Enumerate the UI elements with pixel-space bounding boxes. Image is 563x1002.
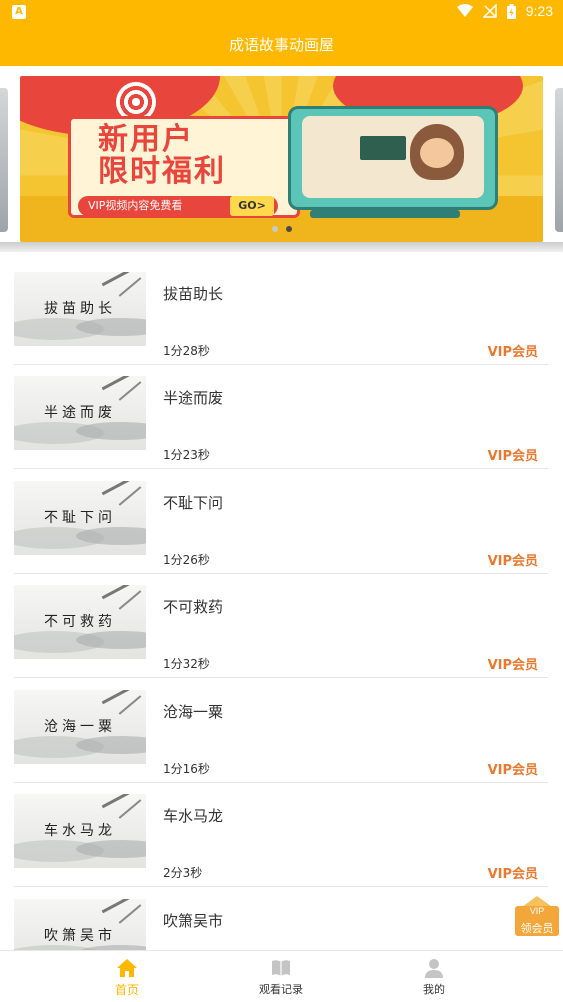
wifi-icon xyxy=(456,4,473,17)
status-bar: A 9:23 xyxy=(0,0,563,24)
thumbnail-title: 不耻下问 xyxy=(44,510,116,526)
app-notification-icon: A xyxy=(12,5,26,19)
clock: 9:23 xyxy=(525,3,553,19)
list-item[interactable]: 吹箫吴市 吹箫吴市 xyxy=(14,888,548,950)
banner-shadow xyxy=(0,242,563,252)
banner-prev-peek[interactable] xyxy=(0,88,8,232)
video-thumbnail[interactable]: 吹箫吴市 xyxy=(14,899,146,950)
list-item[interactable]: 半途而废 半途而废 1分23秒 VIP会员 xyxy=(14,365,548,469)
battery-charging-icon xyxy=(506,3,516,19)
list-item[interactable]: 车水马龙 车水马龙 2分3秒 VIP会员 xyxy=(14,783,548,887)
thumbnail-branch xyxy=(118,590,142,610)
thumbnail-branch xyxy=(118,277,142,297)
tab-history-label: 观看记录 xyxy=(259,983,303,996)
item-title[interactable]: 半途而废 xyxy=(163,387,223,408)
bottom-tab-bar: 首页 观看记录 我的 xyxy=(0,950,563,1002)
vip-badge: VIP会员 xyxy=(487,345,538,360)
tab-home-label: 首页 xyxy=(114,983,139,997)
item-title[interactable]: 车水马龙 xyxy=(163,805,223,826)
banner-headline: 新用户 限时福利 xyxy=(98,124,226,188)
thumbnail-title: 不可救药 xyxy=(44,614,116,630)
carousel-dot-active[interactable] xyxy=(285,226,292,232)
thumbnail-branch xyxy=(118,799,142,819)
banner-headline-line2: 限时福利 xyxy=(98,154,226,189)
video-thumbnail[interactable]: 沧海一粟 xyxy=(14,690,146,764)
thumbnail-branch xyxy=(118,904,142,924)
vip-badge: VIP会员 xyxy=(487,658,538,673)
vip-float-action: 领会员 xyxy=(520,922,554,935)
video-thumbnail[interactable]: 不耻下问 xyxy=(14,481,146,555)
home-icon xyxy=(117,959,137,977)
video-thumbnail[interactable]: 拔苗助长 xyxy=(14,272,146,346)
banner-carousel[interactable]: 新用户 限时福利 VIP视频内容免费看 GO> xyxy=(0,66,563,252)
tab-profile[interactable]: 我的 xyxy=(374,951,494,1002)
banner-go-button[interactable]: GO> xyxy=(230,196,274,216)
person-icon xyxy=(425,959,443,978)
item-title[interactable]: 不耻下问 xyxy=(163,492,223,513)
book-icon xyxy=(272,960,290,976)
thumbnail-title: 车水马龙 xyxy=(44,823,116,839)
item-title[interactable]: 不可救药 xyxy=(163,596,223,617)
tab-home[interactable]: 首页 xyxy=(67,951,187,1002)
item-duration: 1分26秒 xyxy=(163,553,210,567)
chalkboard-illustration xyxy=(360,136,406,160)
thumbnail-title: 吹箫吴市 xyxy=(44,928,116,944)
thumbnail-branch xyxy=(118,695,142,715)
thumbnail-branch xyxy=(118,486,142,506)
thumbnail-title: 半途而废 xyxy=(44,405,116,421)
list-item[interactable]: 沧海一粟 沧海一粟 1分16秒 VIP会员 xyxy=(14,679,548,783)
no-signal-icon xyxy=(482,4,497,18)
get-vip-floating-button[interactable]: VIP 领会员 xyxy=(513,896,561,938)
item-title[interactable]: 沧海一粟 xyxy=(163,701,223,722)
banner-next-peek[interactable] xyxy=(555,88,563,232)
tab-profile-label: 我的 xyxy=(423,983,445,996)
idiom-list[interactable]: 拔苗助长 拔苗助长 1分28秒 VIP会员 半途而废 半途而废 1分23秒 VI… xyxy=(0,252,563,950)
vip-badge: VIP会员 xyxy=(487,867,538,882)
vip-badge: VIP会员 xyxy=(487,763,538,778)
item-title[interactable]: 吹箫吴市 xyxy=(163,910,223,931)
banner-headline-line1: 新用户 xyxy=(98,122,194,157)
item-duration: 1分28秒 xyxy=(163,344,210,358)
thumbnail-branch xyxy=(118,381,142,401)
vip-badge: VIP会员 xyxy=(487,554,538,569)
tab-history[interactable]: 观看记录 xyxy=(221,951,341,1002)
thumbnail-title: 沧海一粟 xyxy=(44,719,116,735)
list-item[interactable]: 拔苗助长 拔苗助长 1分28秒 VIP会员 xyxy=(14,261,548,365)
tv-stand xyxy=(310,210,460,218)
list-item[interactable]: 不耻下问 不耻下问 1分26秒 VIP会员 xyxy=(14,470,548,574)
item-duration: 2分3秒 xyxy=(163,866,203,880)
video-thumbnail[interactable]: 不可救药 xyxy=(14,585,146,659)
status-icons: 9:23 xyxy=(456,3,553,19)
item-duration: 1分23秒 xyxy=(163,448,210,462)
banner-slide[interactable]: 新用户 限时福利 VIP视频内容免费看 GO> xyxy=(20,76,543,242)
carousel-dot[interactable] xyxy=(271,226,278,232)
item-duration: 1分16秒 xyxy=(163,762,210,776)
video-thumbnail[interactable]: 车水马龙 xyxy=(14,794,146,868)
vip-badge: VIP会员 xyxy=(487,449,538,464)
hedgehog-face xyxy=(420,138,454,168)
video-thumbnail[interactable]: 半途而废 xyxy=(14,376,146,450)
carousel-indicator xyxy=(0,226,563,232)
thumbnail-title: 拔苗助长 xyxy=(44,301,116,317)
vip-float-label: VIP xyxy=(529,906,545,916)
item-title[interactable]: 拔苗助长 xyxy=(163,283,223,304)
app-title: 成语故事动画屋 xyxy=(0,24,563,66)
item-duration: 1分32秒 xyxy=(163,657,210,671)
list-item[interactable]: 不可救药 不可救药 1分32秒 VIP会员 xyxy=(14,574,548,678)
